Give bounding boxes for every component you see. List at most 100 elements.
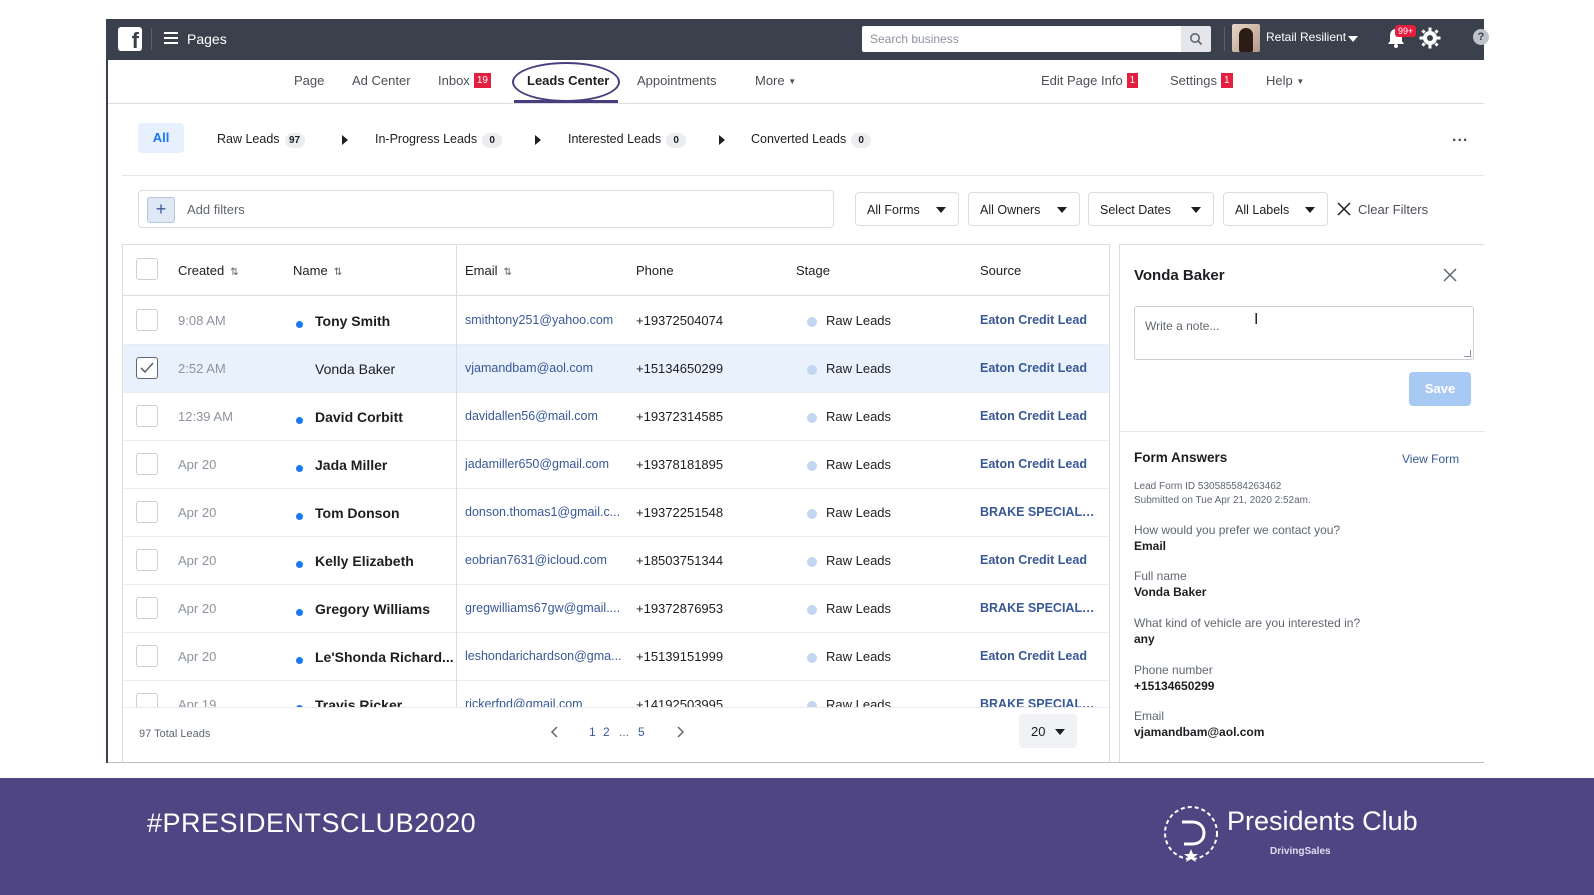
per-page-select[interactable]: 20 bbox=[1019, 714, 1077, 748]
cell-source[interactable]: BRAKE SPECIAL - v... bbox=[980, 505, 1095, 519]
table-row[interactable]: 9:08 AM Tony Smith smithtony251@yahoo.com +… bbox=[123, 297, 1109, 345]
cell-created: Apr 20 bbox=[178, 601, 217, 616]
table-row[interactable]: Apr 20 Le'Shonda Richard... leshondarichar… bbox=[123, 633, 1109, 681]
cell-name[interactable]: Kelly Elizabeth bbox=[315, 553, 455, 569]
resize-handle-icon[interactable] bbox=[1464, 350, 1471, 357]
row-checkbox[interactable] bbox=[136, 309, 158, 331]
cell-email[interactable]: jadamiller650@gmail.com bbox=[465, 457, 625, 471]
save-button[interactable]: Save bbox=[1409, 372, 1471, 406]
cell-name[interactable]: Tony Smith bbox=[315, 313, 455, 329]
table-row[interactable]: 12:39 AM David Corbitt davidallen56@mail.c… bbox=[123, 393, 1109, 441]
page-5-link[interactable]: 5 bbox=[638, 725, 645, 739]
cell-name[interactable]: Tom Donson bbox=[315, 505, 455, 521]
all-labels-dropdown[interactable]: All Labels bbox=[1223, 192, 1328, 226]
cell-stage[interactable]: Raw Leads bbox=[826, 649, 891, 664]
gear-icon[interactable] bbox=[1419, 27, 1441, 49]
tab-leads-center[interactable]: Leads Center bbox=[527, 73, 609, 88]
tab-more[interactable]: More ▼ bbox=[755, 73, 796, 88]
table-row[interactable]: Apr 20 Gregory Williams gregwilliams67gw@g… bbox=[123, 585, 1109, 633]
cell-source[interactable]: Eaton Credit Lead bbox=[980, 409, 1095, 423]
row-checkbox[interactable] bbox=[136, 501, 158, 523]
page-2-link[interactable]: 2 bbox=[603, 725, 610, 739]
plus-icon[interactable]: + bbox=[147, 197, 175, 223]
cell-email[interactable]: leshondarichardson@gma... bbox=[465, 649, 625, 663]
col-email[interactable]: Email ⇅ bbox=[465, 263, 512, 278]
row-checkbox[interactable] bbox=[136, 645, 158, 667]
tab-appointments[interactable]: Appointments bbox=[637, 73, 717, 88]
stage-all-button[interactable]: All bbox=[138, 123, 184, 153]
note-input[interactable]: Write a note... bbox=[1134, 306, 1474, 360]
cell-email[interactable]: gregwilliams67gw@gmail.... bbox=[465, 601, 625, 615]
stage-converted-leads[interactable]: Converted Leads 0 bbox=[751, 132, 872, 148]
row-checkbox[interactable] bbox=[136, 597, 158, 619]
table-row[interactable]: Apr 20 Jada Miller jadamiller650@gmail.com… bbox=[123, 441, 1109, 489]
col-name[interactable]: Name ⇅ bbox=[293, 263, 342, 278]
cell-name[interactable]: David Corbitt bbox=[315, 409, 455, 425]
page-1-link[interactable]: 1 bbox=[589, 725, 596, 739]
table-row[interactable]: Apr 20 Tom Donson donson.thomas1@gmail.c..… bbox=[123, 489, 1109, 537]
tab-ad-center[interactable]: Ad Center bbox=[352, 73, 411, 88]
cell-stage[interactable]: Raw Leads bbox=[826, 313, 891, 328]
pages-link[interactable]: Pages bbox=[187, 31, 227, 47]
cell-source[interactable]: Eaton Credit Lead bbox=[980, 553, 1095, 567]
cell-source[interactable]: Eaton Credit Lead bbox=[980, 361, 1095, 375]
cell-stage[interactable]: Raw Leads bbox=[826, 601, 891, 616]
tab-settings[interactable]: Settings 1 bbox=[1170, 73, 1233, 88]
cell-email[interactable]: vjamandbam@aol.com bbox=[465, 361, 625, 375]
lead-name-title: Vonda Baker bbox=[1134, 267, 1225, 284]
cell-stage[interactable]: Raw Leads bbox=[826, 553, 891, 568]
cell-stage[interactable]: Raw Leads bbox=[826, 361, 891, 376]
avatar[interactable] bbox=[1232, 24, 1260, 52]
cell-name[interactable]: Gregory Williams bbox=[315, 601, 455, 617]
stage-dot-icon bbox=[807, 653, 817, 663]
more-options-icon[interactable]: ... bbox=[1452, 128, 1468, 146]
table-row[interactable]: Apr 20 Kelly Elizabeth eobrian7631@icloud.… bbox=[123, 537, 1109, 585]
close-icon[interactable] bbox=[1442, 267, 1458, 283]
col-created[interactable]: Created ⇅ bbox=[178, 263, 239, 278]
search-input[interactable]: Search business bbox=[862, 26, 1210, 52]
account-name[interactable]: Retail Resilient bbox=[1266, 30, 1346, 44]
add-filters-field[interactable]: + Add filters bbox=[138, 190, 834, 228]
select-dates-dropdown[interactable]: Select Dates bbox=[1088, 192, 1214, 226]
select-all-checkbox[interactable] bbox=[136, 258, 158, 280]
cell-email[interactable]: donson.thomas1@gmail.c... bbox=[465, 505, 625, 519]
tab-page[interactable]: Page bbox=[294, 73, 324, 88]
cell-stage[interactable]: Raw Leads bbox=[826, 409, 891, 424]
help-icon[interactable]: ? bbox=[1473, 29, 1489, 45]
cell-name[interactable]: Vonda Baker bbox=[315, 361, 455, 377]
cell-email[interactable]: eobrian7631@icloud.com bbox=[465, 553, 625, 567]
cell-email[interactable]: smithtony251@yahoo.com bbox=[465, 313, 625, 327]
search-button[interactable] bbox=[1181, 26, 1211, 52]
cell-source[interactable]: Eaton Credit Lead bbox=[980, 313, 1095, 327]
stage-interested-leads[interactable]: Interested Leads 0 bbox=[568, 132, 687, 148]
row-checkbox[interactable] bbox=[136, 357, 158, 379]
cell-stage[interactable]: Raw Leads bbox=[826, 505, 891, 520]
tab-inbox[interactable]: Inbox 19 bbox=[438, 73, 491, 88]
table-row[interactable]: 2:52 AM Vonda Baker vjamandbam@aol.com +151… bbox=[123, 345, 1109, 393]
account-caret-icon[interactable] bbox=[1348, 36, 1358, 42]
cell-source[interactable]: Eaton Credit Lead bbox=[980, 649, 1095, 663]
stage-raw-leads[interactable]: Raw Leads 97 bbox=[217, 132, 305, 148]
cell-created: Apr 20 bbox=[178, 553, 217, 568]
cell-stage[interactable]: Raw Leads bbox=[826, 457, 891, 472]
clear-filters-button[interactable]: Clear Filters bbox=[1358, 202, 1428, 217]
view-form-link[interactable]: View Form bbox=[1402, 452, 1459, 466]
cell-email[interactable]: davidallen56@mail.com bbox=[465, 409, 625, 423]
tab-help[interactable]: Help ▼ bbox=[1266, 73, 1304, 88]
tab-edit-page-info[interactable]: Edit Page Info 1 bbox=[1041, 73, 1139, 88]
row-checkbox[interactable] bbox=[136, 453, 158, 475]
row-checkbox[interactable] bbox=[136, 549, 158, 571]
all-owners-dropdown[interactable]: All Owners bbox=[968, 192, 1080, 226]
cell-name[interactable]: Le'Shonda Richard... bbox=[315, 649, 455, 665]
row-checkbox[interactable] bbox=[136, 405, 158, 427]
all-forms-dropdown[interactable]: All Forms bbox=[855, 192, 959, 226]
cell-source[interactable]: Eaton Credit Lead bbox=[980, 457, 1095, 471]
cell-source[interactable]: BRAKE SPECIAL - v... bbox=[980, 601, 1095, 615]
facebook-logo-icon[interactable]: f bbox=[118, 27, 142, 53]
close-icon[interactable] bbox=[1336, 201, 1352, 217]
chevron-right-icon[interactable] bbox=[674, 725, 686, 739]
cell-name[interactable]: Jada Miller bbox=[315, 457, 455, 473]
menu-icon[interactable] bbox=[164, 32, 178, 44]
stage-in-progress-leads[interactable]: In-Progress Leads 0 bbox=[375, 132, 503, 148]
chevron-left-icon[interactable] bbox=[549, 725, 561, 739]
